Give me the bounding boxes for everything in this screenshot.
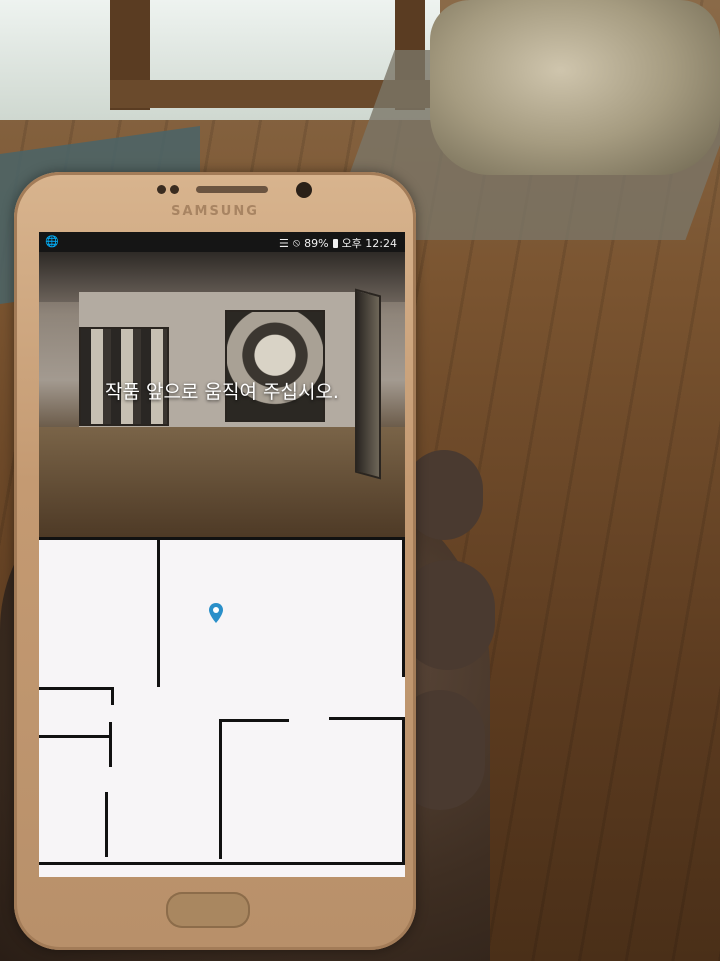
battery-icon	[332, 238, 338, 248]
map-wall	[111, 687, 114, 705]
gallery-camera-view[interactable]: 작품 앞으로 움직여 주십시오.	[39, 252, 405, 537]
map-wall	[157, 537, 160, 687]
finger	[405, 450, 483, 540]
gallery-floor	[39, 427, 405, 537]
map-wall	[39, 537, 405, 540]
front-camera	[296, 182, 312, 198]
map-wall	[219, 719, 289, 722]
earpiece	[196, 186, 268, 193]
map-wall	[329, 717, 405, 720]
map-wall	[39, 687, 111, 690]
brand-logo: SAMSUNG	[171, 204, 259, 219]
wifi-icon: ☰	[279, 236, 289, 250]
status-icons: ☰ ⦸ 89% 오후 12:24	[279, 235, 397, 251]
status-bar: 🌐 ☰ ⦸ 89% 오후 12:24	[39, 232, 405, 252]
map-wall	[39, 735, 111, 738]
map-wall	[105, 792, 108, 857]
massage-chair	[430, 0, 720, 175]
window	[0, 0, 440, 120]
app-notification-icon: 🌐	[45, 235, 59, 248]
floor-map[interactable]	[39, 537, 405, 877]
map-wall	[402, 717, 405, 862]
do-not-disturb-icon: ⦸	[292, 236, 301, 249]
instruction-text: 작품 앞으로 움직여 주십시오.	[105, 381, 339, 403]
artwork-center	[225, 310, 325, 422]
battery-percent: 89%	[304, 236, 329, 250]
phone-screen: 🌐 ☰ ⦸ 89% 오후 12:24 작품 앞으로 움직여 주십시오.	[39, 232, 405, 877]
location-pin-icon[interactable]	[209, 603, 223, 623]
map-wall	[219, 719, 222, 859]
phone: SAMSUNG 🌐 ☰ ⦸ 89% 오후 12:24 작품 앞으로 움직여 주십…	[14, 172, 416, 950]
map-wall	[109, 722, 112, 767]
home-button[interactable]	[166, 892, 250, 928]
sensor-dot	[157, 185, 166, 194]
sensor-dot	[170, 185, 179, 194]
map-wall	[402, 537, 405, 677]
clock: 오후 12:24	[341, 237, 397, 250]
map-wall	[39, 862, 405, 865]
